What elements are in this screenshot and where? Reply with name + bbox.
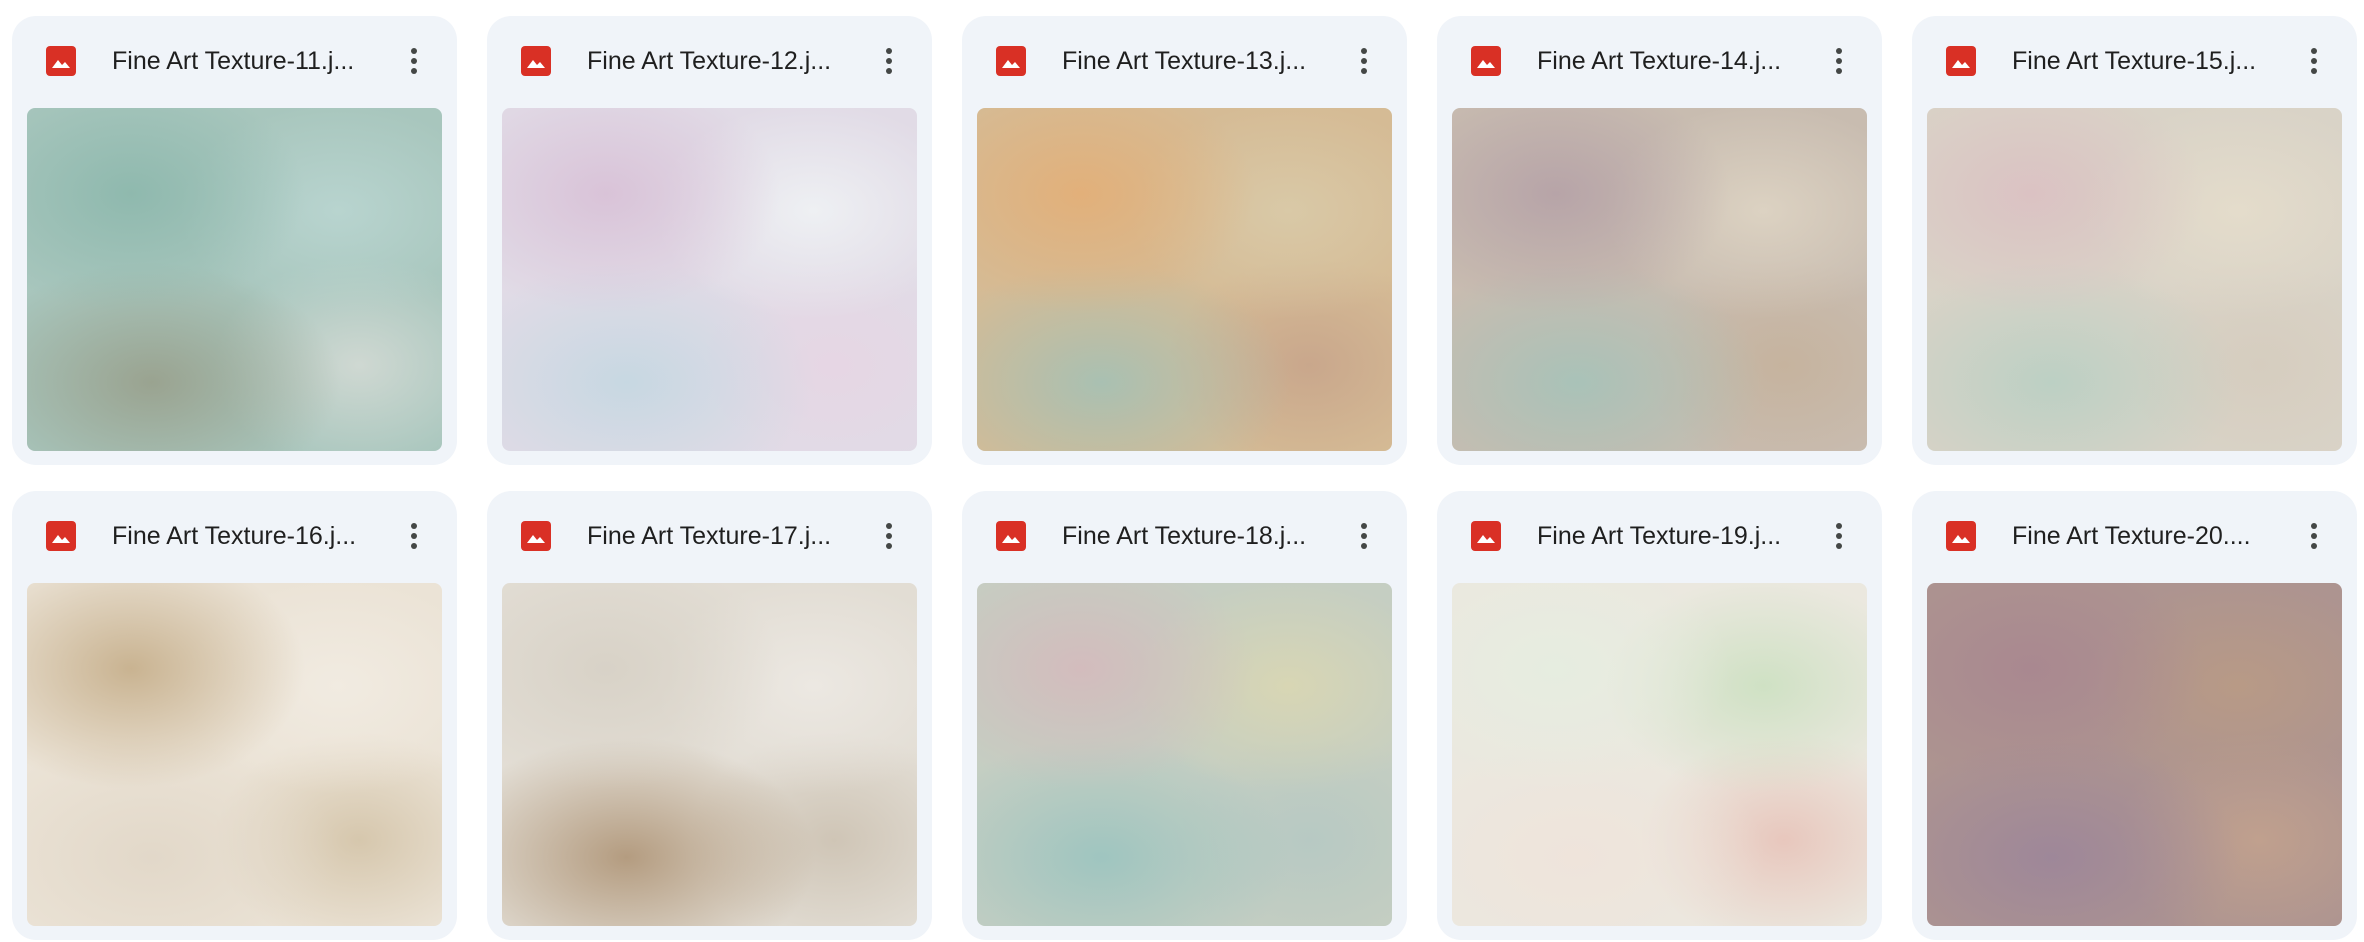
card-header: Fine Art Texture-19.j... — [1437, 491, 1882, 583]
more-vert-icon — [886, 523, 892, 549]
file-title: Fine Art Texture-12.j... — [587, 47, 832, 75]
more-options-button[interactable] — [868, 515, 910, 557]
image-icon — [1946, 521, 1976, 551]
file-title: Fine Art Texture-11.j... — [112, 47, 355, 75]
file-card[interactable]: Fine Art Texture-13.j... — [962, 16, 1407, 465]
more-options-button[interactable] — [1818, 515, 1860, 557]
more-options-button[interactable] — [2293, 40, 2335, 82]
file-card[interactable]: Fine Art Texture-19.j... — [1437, 491, 1882, 940]
file-title: Fine Art Texture-19.j... — [1537, 522, 1782, 550]
more-options-button[interactable] — [393, 40, 435, 82]
card-header: Fine Art Texture-14.j... — [1437, 16, 1882, 108]
more-vert-icon — [1836, 523, 1842, 549]
file-thumbnail[interactable] — [502, 108, 917, 451]
file-card[interactable]: Fine Art Texture-12.j... — [487, 16, 932, 465]
file-thumbnail[interactable] — [977, 108, 1392, 451]
file-thumbnail[interactable] — [27, 583, 442, 926]
file-card[interactable]: Fine Art Texture-15.j... — [1912, 16, 2357, 465]
image-icon — [521, 521, 551, 551]
more-options-button[interactable] — [1818, 40, 1860, 82]
more-options-button[interactable] — [1343, 515, 1385, 557]
more-options-button[interactable] — [393, 515, 435, 557]
image-icon — [1946, 46, 1976, 76]
file-grid: Fine Art Texture-11.j... Fine Art Textur… — [0, 0, 2364, 942]
more-vert-icon — [411, 48, 417, 74]
card-header: Fine Art Texture-12.j... — [487, 16, 932, 108]
file-card[interactable]: Fine Art Texture-11.j... — [12, 16, 457, 465]
more-options-button[interactable] — [868, 40, 910, 82]
more-options-button[interactable] — [1343, 40, 1385, 82]
file-card[interactable]: Fine Art Texture-14.j... — [1437, 16, 1882, 465]
more-vert-icon — [1836, 48, 1842, 74]
file-thumbnail[interactable] — [1927, 583, 2342, 926]
image-icon — [996, 521, 1026, 551]
card-header: Fine Art Texture-16.j... — [12, 491, 457, 583]
image-icon — [1471, 46, 1501, 76]
more-vert-icon — [411, 523, 417, 549]
file-thumbnail[interactable] — [502, 583, 917, 926]
more-vert-icon — [1361, 48, 1367, 74]
file-title: Fine Art Texture-18.j... — [1062, 522, 1307, 550]
card-header: Fine Art Texture-18.j... — [962, 491, 1407, 583]
file-card[interactable]: Fine Art Texture-16.j... — [12, 491, 457, 940]
card-header: Fine Art Texture-20.... — [1912, 491, 2357, 583]
more-vert-icon — [2311, 48, 2317, 74]
file-title: Fine Art Texture-17.j... — [587, 522, 832, 550]
file-card[interactable]: Fine Art Texture-20.... — [1912, 491, 2357, 940]
file-thumbnail[interactable] — [1452, 108, 1867, 451]
image-icon — [46, 46, 76, 76]
file-title: Fine Art Texture-16.j... — [112, 522, 357, 550]
image-icon — [521, 46, 551, 76]
more-vert-icon — [2311, 523, 2317, 549]
more-vert-icon — [1361, 523, 1367, 549]
card-header: Fine Art Texture-13.j... — [962, 16, 1407, 108]
file-thumbnail[interactable] — [1927, 108, 2342, 451]
image-icon — [1471, 521, 1501, 551]
file-thumbnail[interactable] — [27, 108, 442, 451]
file-title: Fine Art Texture-14.j... — [1537, 47, 1782, 75]
card-header: Fine Art Texture-11.j... — [12, 16, 457, 108]
more-vert-icon — [886, 48, 892, 74]
more-options-button[interactable] — [2293, 515, 2335, 557]
file-card[interactable]: Fine Art Texture-18.j... — [962, 491, 1407, 940]
file-card[interactable]: Fine Art Texture-17.j... — [487, 491, 932, 940]
card-header: Fine Art Texture-15.j... — [1912, 16, 2357, 108]
file-thumbnail[interactable] — [1452, 583, 1867, 926]
image-icon — [46, 521, 76, 551]
file-title: Fine Art Texture-13.j... — [1062, 47, 1307, 75]
image-icon — [996, 46, 1026, 76]
file-title: Fine Art Texture-15.j... — [2012, 47, 2257, 75]
file-thumbnail[interactable] — [977, 583, 1392, 926]
file-title: Fine Art Texture-20.... — [2012, 522, 2251, 550]
card-header: Fine Art Texture-17.j... — [487, 491, 932, 583]
